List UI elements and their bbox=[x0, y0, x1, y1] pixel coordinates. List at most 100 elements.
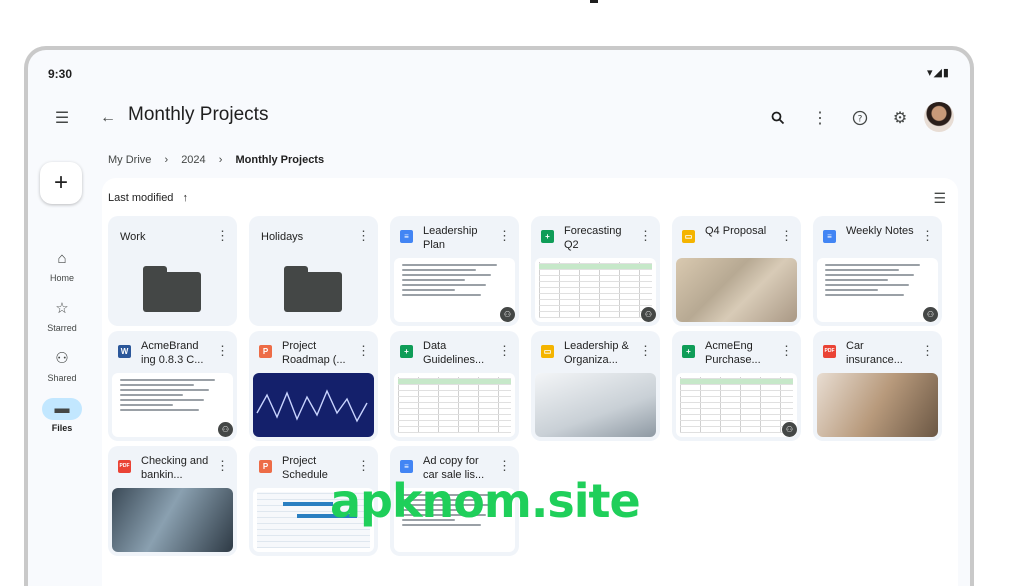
file-card[interactable]: ≡ Leadership Plan ⋮ ⚇ bbox=[390, 216, 519, 326]
more-vert-icon[interactable]: ⋮ bbox=[216, 458, 229, 474]
file-name: Work bbox=[120, 231, 146, 243]
file-card[interactable]: Holidays ⋮ bbox=[249, 216, 378, 326]
sidebar-item-starred[interactable]: ☆ Starred bbox=[28, 298, 96, 333]
file-thumbnail bbox=[112, 488, 233, 552]
list-view-icon[interactable]: ☰ bbox=[933, 190, 946, 207]
more-vert-icon[interactable]: ⋮ bbox=[639, 228, 652, 244]
more-vert-icon[interactable]: ⋮ bbox=[498, 228, 511, 244]
sort-label: Last modified bbox=[108, 192, 174, 204]
more-vert-icon[interactable]: ⋮ bbox=[357, 343, 370, 359]
svg-text:?: ? bbox=[858, 115, 863, 125]
file-name: Leadership Plan bbox=[423, 225, 478, 251]
sidebar-item-label: Starred bbox=[47, 323, 77, 333]
card-header: PDF Checking and bankin... ⋮ bbox=[108, 446, 237, 486]
sheet-file-icon: + bbox=[682, 345, 695, 358]
breadcrumb-current: Monthly Projects bbox=[235, 154, 325, 166]
sidebar-item-shared[interactable]: ⚇ Shared bbox=[28, 348, 96, 383]
file-card[interactable]: W AcmeBrand ing 0.8.3 C... ⋮ ⚇ bbox=[108, 331, 237, 441]
file-card[interactable]: Work ⋮ bbox=[108, 216, 237, 326]
more-vert-icon[interactable]: ⋮ bbox=[639, 343, 652, 359]
file-card[interactable]: PDF Checking and bankin... ⋮ bbox=[108, 446, 237, 556]
avatar[interactable] bbox=[924, 102, 954, 132]
help-icon[interactable]: ? bbox=[846, 104, 874, 132]
file-name: Leadership & Organiza... bbox=[564, 340, 629, 366]
shared-badge-icon: ⚇ bbox=[923, 307, 938, 322]
file-name: Car insurance... bbox=[846, 340, 903, 366]
card-header: + AcmeEng Purchase... ⋮ bbox=[672, 331, 801, 371]
star-icon: ☆ bbox=[55, 300, 69, 317]
more-vert-icon[interactable]: ⋮ bbox=[216, 343, 229, 359]
status-time: 9:30 bbox=[48, 67, 73, 81]
sidebar-item-label: Files bbox=[51, 423, 73, 433]
file-name: AcmeEng Purchase... bbox=[705, 340, 761, 366]
file-thumbnail bbox=[817, 258, 938, 322]
file-name: Checking and bankin... bbox=[141, 455, 209, 481]
file-card[interactable]: ▭ Q4 Proposal ⋮ bbox=[672, 216, 801, 326]
status-bar: 9:30 ▾◢▮ bbox=[28, 50, 970, 90]
doc-file-icon: ≡ bbox=[400, 230, 413, 243]
folder-icon bbox=[143, 266, 201, 312]
file-thumbnail bbox=[535, 373, 656, 437]
more-vert-icon[interactable]: ⋮ bbox=[216, 228, 229, 244]
card-header: ▭ Leadership & Organiza... ⋮ bbox=[531, 331, 660, 371]
card-header: PDF Car insurance... ⋮ bbox=[813, 331, 942, 371]
sheet-file-icon: + bbox=[400, 345, 413, 358]
file-thumbnail bbox=[394, 373, 515, 437]
watermark-text: apknom.site bbox=[330, 474, 641, 528]
card-header: + Data Guidelines... ⋮ bbox=[390, 331, 519, 371]
file-name: Holidays bbox=[261, 231, 304, 243]
file-card[interactable]: PDF Car insurance... ⋮ bbox=[813, 331, 942, 441]
card-header: W AcmeBrand ing 0.8.3 C... ⋮ bbox=[108, 331, 237, 371]
breadcrumb-2024[interactable]: 2024 bbox=[181, 154, 205, 166]
file-card[interactable]: ≡ Weekly Notes ⋮ ⚇ bbox=[813, 216, 942, 326]
sort-button[interactable]: Last modified ↑ bbox=[108, 192, 188, 204]
doc-file-icon: ≡ bbox=[823, 230, 836, 243]
settings-icon[interactable]: ⚙ bbox=[886, 104, 914, 132]
breadcrumb: My Drive › 2024 › Monthly Projects bbox=[108, 154, 334, 166]
sidebar-item-files[interactable]: ▬ Files bbox=[28, 398, 96, 433]
folder-icon: ▬ bbox=[42, 398, 82, 420]
ppt-file-icon: P bbox=[259, 345, 272, 358]
sidebar-item-home[interactable]: ⌂ Home bbox=[28, 248, 96, 283]
chevron-right-icon: › bbox=[218, 154, 223, 166]
card-header: ≡ Weekly Notes ⋮ bbox=[813, 216, 942, 256]
back-arrow-icon[interactable]: ← bbox=[94, 104, 122, 132]
menu-icon[interactable]: ☰ bbox=[48, 104, 76, 132]
new-button[interactable]: + bbox=[40, 162, 82, 204]
more-vert-icon[interactable]: ⋮ bbox=[921, 228, 934, 244]
search-icon[interactable] bbox=[764, 104, 792, 132]
more-vert-icon[interactable]: ⋮ bbox=[780, 228, 793, 244]
file-name: Data Guidelines... bbox=[423, 340, 485, 366]
file-card[interactable]: + Forecasting Q2 ⋮ ⚇ bbox=[531, 216, 660, 326]
file-thumbnail bbox=[535, 258, 656, 322]
file-card[interactable]: P Project Roadmap (... ⋮ bbox=[249, 331, 378, 441]
shared-badge-icon: ⚇ bbox=[641, 307, 656, 322]
file-thumbnail bbox=[676, 258, 797, 322]
top-app-bar: ☰ ← Monthly Projects ⋮ ? ⚙ bbox=[28, 98, 970, 138]
folder-icon bbox=[284, 266, 342, 312]
card-header: Holidays ⋮ bbox=[249, 216, 378, 256]
more-vert-icon[interactable]: ⋮ bbox=[806, 104, 834, 132]
more-vert-icon[interactable]: ⋮ bbox=[498, 458, 511, 474]
file-name: Project Roadmap (... bbox=[282, 340, 346, 366]
chevron-right-icon: › bbox=[164, 154, 169, 166]
home-icon: ⌂ bbox=[57, 250, 67, 267]
file-name: Weekly Notes bbox=[846, 225, 914, 237]
card-header: Work ⋮ bbox=[108, 216, 237, 256]
file-card[interactable]: + Data Guidelines... ⋮ bbox=[390, 331, 519, 441]
file-thumbnail bbox=[394, 258, 515, 322]
slide-file-icon: ▭ bbox=[541, 345, 554, 358]
shared-badge-icon: ⚇ bbox=[782, 422, 797, 437]
breadcrumb-my-drive[interactable]: My Drive bbox=[108, 154, 151, 166]
more-vert-icon[interactable]: ⋮ bbox=[780, 343, 793, 359]
more-vert-icon[interactable]: ⋮ bbox=[357, 458, 370, 474]
sidebar-item-label: Shared bbox=[47, 373, 77, 383]
file-card[interactable]: + AcmeEng Purchase... ⋮ ⚇ bbox=[672, 331, 801, 441]
more-vert-icon[interactable]: ⋮ bbox=[921, 343, 934, 359]
card-header: + Forecasting Q2 ⋮ bbox=[531, 216, 660, 256]
file-thumbnail bbox=[112, 373, 233, 437]
more-vert-icon[interactable]: ⋮ bbox=[498, 343, 511, 359]
arrow-up-icon: ↑ bbox=[182, 192, 189, 204]
more-vert-icon[interactable]: ⋮ bbox=[357, 228, 370, 244]
file-card[interactable]: ▭ Leadership & Organiza... ⋮ bbox=[531, 331, 660, 441]
